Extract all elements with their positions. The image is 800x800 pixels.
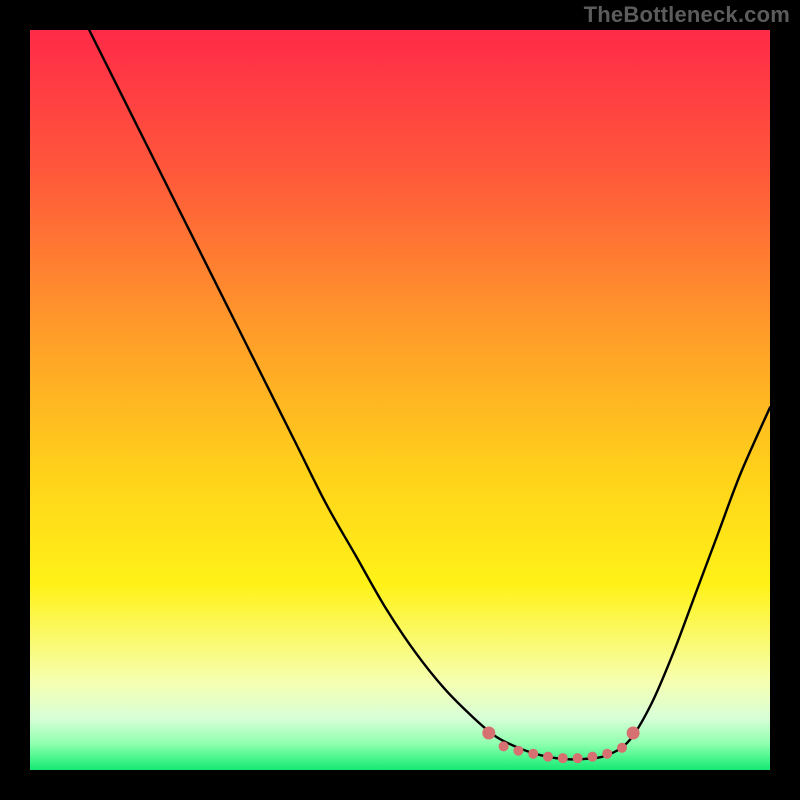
optimal-dot	[627, 727, 640, 740]
optimal-dot	[513, 746, 523, 756]
gradient-background	[30, 30, 770, 770]
optimal-dot	[573, 753, 583, 763]
optimal-dot	[587, 752, 597, 762]
optimal-dot	[602, 749, 612, 759]
optimal-dot	[543, 752, 553, 762]
optimal-dot	[558, 753, 568, 763]
optimal-dot	[482, 727, 495, 740]
optimal-dot	[499, 741, 509, 751]
chart-frame: TheBottleneck.com	[0, 0, 800, 800]
optimal-dot	[617, 743, 627, 753]
bottleneck-chart-svg	[30, 30, 770, 770]
watermark-text: TheBottleneck.com	[584, 2, 790, 28]
optimal-dot	[528, 749, 538, 759]
plot-area	[30, 30, 770, 770]
